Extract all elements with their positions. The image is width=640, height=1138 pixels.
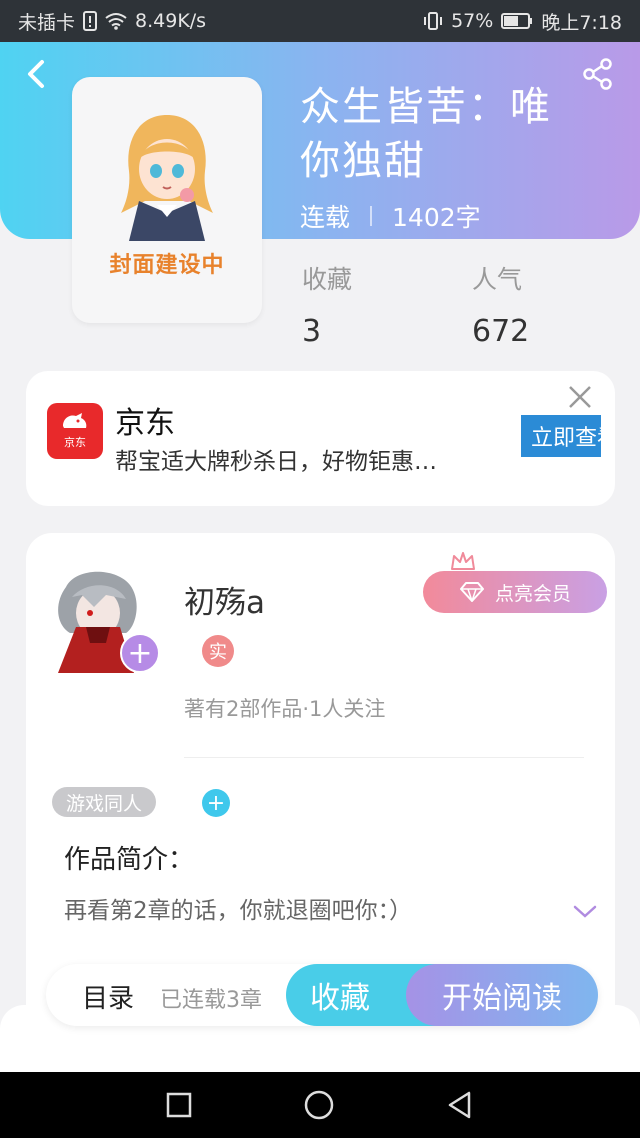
popularity-value: 672	[472, 314, 530, 349]
back-button[interactable]	[22, 58, 54, 90]
popularity-label: 人气	[472, 265, 523, 294]
cover-caption: 封面建设中	[109, 253, 225, 278]
jd-logo: 京东	[47, 403, 103, 459]
book-title: 众生皆苦：唯 你独甜	[300, 80, 600, 188]
ad-card[interactable]: 京东 京东 帮宝适大牌秒杀日，好物钜惠… 立即查看	[26, 371, 615, 506]
chevron-down-icon	[573, 905, 597, 918]
word-count: 1402字	[392, 203, 481, 232]
ad-title: 京东	[115, 406, 175, 441]
battery-icon	[501, 12, 533, 30]
carrier-label: 未插卡	[18, 11, 76, 34]
anime-girl-illustration-icon	[121, 115, 213, 241]
battery-percent: 57%	[451, 10, 494, 32]
ad-description: 帮宝适大牌秒杀日，好物钜惠…	[115, 449, 437, 475]
status-bar: 未插卡 8.49K/s 57% 晚上7:18	[0, 0, 640, 42]
home-icon[interactable]	[303, 1089, 335, 1121]
diamond-icon	[459, 582, 484, 602]
follow-author-button[interactable]: +	[120, 633, 160, 673]
start-reading-label: 开始阅读	[442, 981, 562, 1016]
network-speed: 8.49K/s	[135, 10, 207, 32]
author-name[interactable]: 初殇a	[184, 577, 265, 622]
expand-intro-button[interactable]	[572, 903, 598, 921]
vip-button-label: 点亮会员	[494, 582, 571, 605]
jd-dog-icon	[63, 413, 87, 428]
clock: 晚上7:18	[541, 11, 622, 34]
back-triangle-icon[interactable]	[445, 1090, 475, 1120]
wifi-icon	[105, 12, 127, 30]
verified-badge: 实	[202, 635, 234, 667]
favorites-label: 收藏	[302, 265, 353, 294]
book-meta: 连载 1402字	[300, 198, 481, 234]
vibrate-icon	[423, 11, 443, 31]
back-arrow-icon	[28, 60, 44, 88]
system-nav-bar	[0, 1072, 640, 1138]
book-cover[interactable]: 封面建设中	[72, 77, 262, 323]
start-reading-button[interactable]: 开始阅读	[406, 964, 598, 1026]
meta-divider	[370, 206, 373, 226]
favorite-button-label: 收藏	[310, 981, 370, 1016]
book-title-line-2: 你独甜	[300, 138, 426, 184]
intro-title: 作品简介：	[64, 845, 195, 875]
close-icon	[569, 386, 591, 408]
author-stats: 著有2部作品·1人关注	[184, 697, 386, 721]
genre-tag[interactable]: 游戏同人	[52, 787, 157, 817]
chapter-count: 已连载3章	[160, 988, 262, 1013]
vip-button[interactable]: 点亮会员	[423, 571, 607, 613]
crown-icon	[451, 552, 475, 570]
favorites-stat: 收藏 3	[302, 260, 352, 349]
author-divider	[184, 757, 584, 758]
ad-close-button[interactable]	[566, 383, 594, 411]
ad-cta-button[interactable]: 立即查看	[521, 415, 601, 457]
book-title-line-1: 众生皆苦：唯	[300, 84, 552, 130]
add-tag-button[interactable]: +	[202, 789, 230, 817]
toc-button[interactable]: 目录	[82, 978, 134, 1015]
intro-text: 再看第2章的话，你就退圈吧你：）	[64, 898, 413, 924]
action-bar: 目录 已连载3章 收藏 开始阅读	[46, 964, 598, 1026]
popularity-stat: 人气 672	[472, 260, 529, 349]
favorites-value: 3	[302, 314, 322, 349]
jd-logo-text: 京东	[64, 436, 86, 449]
sim-alert-icon	[83, 11, 98, 31]
serial-status: 连载	[300, 203, 351, 232]
recent-apps-icon[interactable]	[165, 1091, 193, 1119]
